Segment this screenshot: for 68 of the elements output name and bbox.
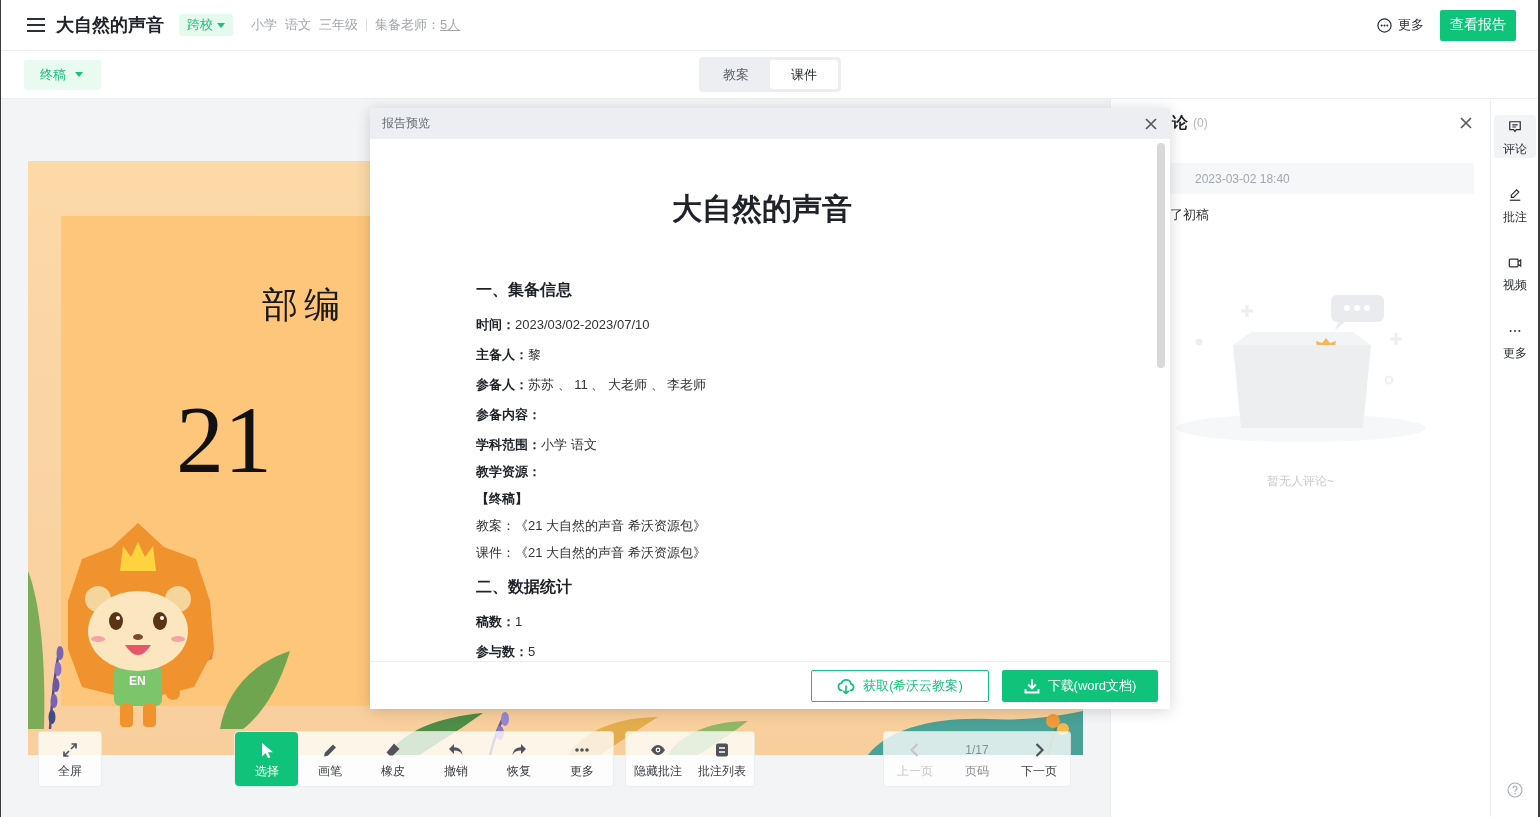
field-value: 1 bbox=[515, 614, 523, 630]
list-icon bbox=[714, 742, 730, 758]
annotate-button[interactable]: 批注 bbox=[1494, 183, 1536, 226]
resource-name[interactable]: 《21 大自然的声音 希沃资源包》 bbox=[515, 545, 706, 561]
next-page-button[interactable]: 下一页 bbox=[1008, 732, 1070, 786]
resource-label: 教案： bbox=[476, 518, 515, 534]
download-icon bbox=[1023, 677, 1040, 694]
menu-icon[interactable] bbox=[27, 18, 45, 32]
close-icon[interactable] bbox=[1460, 117, 1472, 129]
field-label: 稿数： bbox=[476, 614, 515, 630]
page-title: 大自然的声音 bbox=[56, 14, 164, 37]
shirt-label: EN bbox=[129, 674, 146, 688]
more-button[interactable]: 更多 bbox=[1494, 319, 1536, 362]
subject-label: 语文 bbox=[285, 16, 311, 34]
caret-icon bbox=[217, 22, 225, 28]
eraser-icon bbox=[384, 742, 401, 758]
eye-icon bbox=[650, 742, 666, 758]
annotation-list-button[interactable]: 批注列表 bbox=[690, 732, 754, 786]
more-tools-button[interactable]: 更多 bbox=[550, 732, 613, 786]
view-tab[interactable]: 课件 bbox=[769, 60, 838, 89]
section-heading: 二、数据统计 bbox=[476, 577, 572, 597]
eraser-tool-button[interactable]: 橡皮 bbox=[361, 732, 424, 786]
document-title: 大自然的声音 bbox=[672, 191, 852, 227]
caret-icon bbox=[75, 72, 83, 77]
subject-label: 小学 bbox=[251, 16, 277, 34]
field-value: 小学 语文 bbox=[541, 437, 597, 453]
view-tab[interactable]: 教案 bbox=[701, 60, 770, 89]
cloud-download-icon bbox=[837, 677, 856, 694]
hide-annotations-button[interactable]: 隐藏批注 bbox=[626, 732, 690, 786]
pencil-icon bbox=[321, 742, 338, 758]
resource-label: 课件： bbox=[476, 545, 515, 561]
more-icon bbox=[1377, 17, 1392, 33]
pen-tool-button[interactable]: 画笔 bbox=[298, 732, 361, 786]
comment-time: 2023-03-02 18:40 bbox=[1195, 171, 1290, 186]
video-button[interactable]: 视频 bbox=[1494, 251, 1536, 294]
field-value: 苏苏 、 11 、 大老师 、 李老师 bbox=[528, 377, 707, 393]
teachers-label: 集备老师： bbox=[375, 16, 440, 34]
field-label: 时间： bbox=[476, 317, 515, 333]
redo-button[interactable]: 恢复 bbox=[487, 732, 550, 786]
field-label: 学科范围： bbox=[476, 437, 541, 453]
field-value: 2023/03/02-2023/07/10 bbox=[515, 317, 650, 333]
slide-subtitle: 部编 bbox=[262, 284, 346, 327]
expand-icon bbox=[62, 742, 78, 758]
resource-name[interactable]: 《21 大自然的声音 希沃资源包》 bbox=[515, 518, 706, 534]
comment-text: 了初稿 bbox=[1170, 206, 1209, 224]
field-label: 参备内容： bbox=[476, 407, 541, 423]
undo-button[interactable]: 撤销 bbox=[424, 732, 487, 786]
field-value: 黎 bbox=[528, 347, 541, 363]
more-button[interactable]: 更多 bbox=[1377, 16, 1424, 34]
subject-label: 三年级 bbox=[319, 16, 358, 34]
comment-count: (0) bbox=[1193, 116, 1208, 130]
fullscreen-button[interactable]: 全屏 bbox=[38, 731, 102, 787]
field-label: 主备人： bbox=[476, 347, 528, 363]
dialog-title: 报告预览 bbox=[382, 115, 430, 132]
page-number-button[interactable]: 1/17 页码 bbox=[946, 732, 1008, 786]
field-label: 参备人： bbox=[476, 377, 528, 393]
group-label: 【终稿】 bbox=[476, 491, 528, 507]
field-label: 教学资源： bbox=[476, 464, 541, 480]
field-label: 参与数： bbox=[476, 644, 528, 660]
section-heading: 一、集备信息 bbox=[476, 280, 572, 300]
comment-icon bbox=[1508, 120, 1522, 134]
field-value: 5 bbox=[528, 644, 536, 660]
comments-button[interactable]: 评论 bbox=[1494, 115, 1536, 158]
video-camera-icon bbox=[1508, 256, 1522, 270]
slide-title: 21 bbox=[176, 390, 272, 490]
close-icon[interactable] bbox=[1145, 117, 1157, 130]
panel-title: 论 bbox=[1172, 112, 1188, 133]
pencil-icon bbox=[1508, 188, 1522, 202]
